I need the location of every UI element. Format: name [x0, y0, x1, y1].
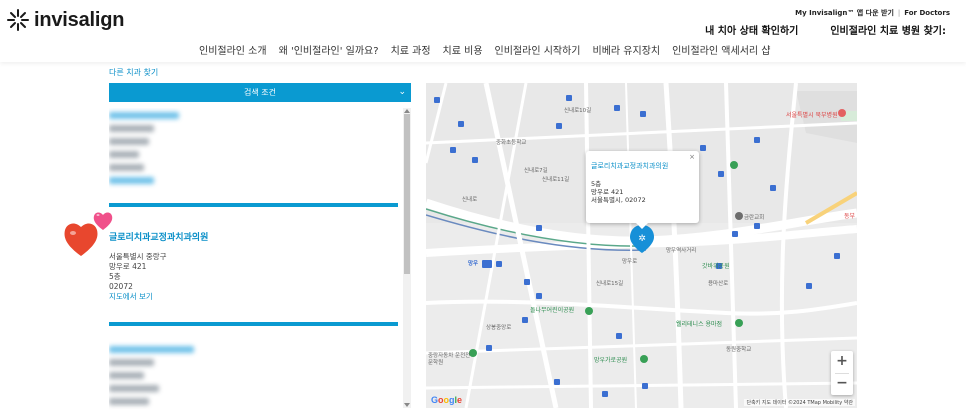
scroll-down-icon[interactable]: [404, 403, 410, 407]
view-on-map-link[interactable]: 지도에서 보기: [109, 292, 398, 302]
result-divider: [109, 322, 398, 326]
map-road-label: 신내로10길: [564, 108, 592, 114]
nav-item-vivera[interactable]: 비베라 유지장치: [593, 42, 661, 57]
site-header: invisalign My Invisalign™ 앱 다운 받기 | For Do…: [0, 0, 966, 62]
util-separator: |: [897, 9, 901, 17]
zoom-control: + −: [831, 351, 853, 395]
results-scrollbar[interactable]: [403, 108, 411, 408]
chevron-down-icon: ⌄: [398, 87, 406, 97]
map-road-label: 상봉중앙로: [486, 325, 512, 331]
filter-label: 검색 조건: [244, 88, 276, 97]
map-road-label: 신내로15길: [596, 281, 624, 287]
blurred-result-card: [109, 346, 309, 411]
map-canvas: ✲: [426, 83, 857, 408]
google-logo[interactable]: Google: [431, 395, 462, 405]
list-item[interactable]: 글로리치과교정과치과의원 서울특별시 중랑구 망우로 421 5층 02072 …: [109, 230, 398, 302]
scroll-up-icon[interactable]: [404, 109, 410, 113]
map-attribution[interactable]: 단축키 지도 데이터 ©2024 TMap Mobility 약관: [744, 399, 855, 406]
hearts-sticker: [64, 212, 113, 256]
blurred-result-card: [109, 112, 309, 190]
utility-links: My Invisalign™ 앱 다운 받기 | For Doctors: [795, 8, 950, 18]
find-doctor-link[interactable]: 인비절라인 치료 병원 찾기:: [830, 22, 946, 37]
map-poi-label: 서울특별시 북부병원: [786, 112, 838, 119]
invisalign-logo[interactable]: invisalign: [6, 8, 124, 32]
clinic-name[interactable]: 글로리치과교정과치과의원: [109, 230, 398, 243]
nav-item-cost[interactable]: 치료 비용: [443, 42, 483, 57]
clinic-info-window[interactable]: × 글로리치과교정과치과의원 5층 망우로 421 서울특별시, 02072: [586, 151, 699, 229]
clinic-address-line: 5층: [109, 272, 121, 281]
map-road-label: 신내로7길: [524, 168, 548, 174]
result-divider: [109, 203, 398, 207]
clinic-map[interactable]: ✲ 신내로10길 중화초등학교 신내로7길 신내로11길 신내로 망우 망우로 …: [426, 83, 857, 408]
map-place-label: 동원중학교: [726, 347, 752, 353]
close-icon[interactable]: ×: [689, 153, 695, 161]
map-road-label: 망우로: [622, 259, 638, 265]
nav-item-start[interactable]: 인비절라인 시작하기: [495, 42, 581, 57]
nav-item-process[interactable]: 치료 과정: [391, 42, 431, 57]
main-nav: 인비절라인 소개 왜 '인비절라인' 일까요? 치료 과정 치료 비용 인비절라…: [199, 42, 770, 57]
top-actions: 내 치아 상태 확인하기 인비절라인 치료 병원 찾기:: [705, 22, 946, 37]
zoom-divider: [835, 373, 849, 374]
map-poi-label: 망우가로공원: [594, 357, 628, 364]
map-road-label: 신내로11길: [542, 177, 570, 183]
map-place-label: 망우역사거리: [666, 248, 697, 254]
map-place-label: 중랑자동차 운전전문학원: [428, 353, 471, 366]
check-teeth-link[interactable]: 내 치아 상태 확인하기: [705, 22, 798, 37]
map-poi-label: 돌나무어린이공원: [530, 307, 575, 314]
clinic-address-line: 서울특별시 중랑구: [109, 252, 167, 261]
results-list[interactable]: 글로리치과교정과치과의원 서울특별시 중랑구 망우로 421 5층 02072 …: [109, 108, 398, 413]
clinic-address-line: 망우로 421: [109, 262, 147, 271]
map-road-label: 신내로: [462, 197, 478, 203]
popup-address-line: 망우로 421: [591, 188, 624, 196]
app-download-link[interactable]: My Invisalign™ 앱 다운 받기: [795, 9, 894, 17]
clinic-address-line: 02072: [109, 282, 133, 291]
search-filter-toggle[interactable]: 검색 조건 ⌄: [109, 83, 411, 102]
popup-clinic-name[interactable]: 글로리치과교정과치과의원: [591, 161, 693, 171]
star-burst-icon: [7, 9, 29, 31]
other-dentist-link[interactable]: 다른 치과 찾기: [109, 67, 158, 78]
scroll-thumb[interactable]: [404, 114, 410, 274]
zoom-in-button[interactable]: +: [831, 351, 853, 373]
popup-address-line: 5층: [591, 180, 602, 188]
results-panel: 다른 치과 찾기 검색 조건 ⌄ 글로리치과교정과치과의원 서울특별시 중랑구 …: [109, 66, 411, 413]
map-place-label: 금란교회: [744, 215, 765, 221]
zoom-out-button[interactable]: −: [831, 373, 853, 395]
map-road-label: 용마산로: [708, 281, 729, 287]
nav-item-about[interactable]: 인비절라인 소개: [199, 42, 267, 57]
popup-address-line: 서울특별시, 02072: [591, 196, 646, 204]
nav-item-why[interactable]: 왜 '인비절라인' 일까요?: [279, 42, 379, 57]
for-doctors-link[interactable]: For Doctors: [904, 9, 950, 17]
map-poi-label: 갓바위공원: [702, 263, 730, 270]
map-station-label: 망우: [468, 261, 479, 267]
svg-text:✲: ✲: [638, 234, 646, 244]
map-place-label: 중화초등학교: [496, 140, 527, 146]
logo-wordmark: invisalign: [34, 8, 125, 31]
map-poi-label: 웰리테니스 용마점: [676, 321, 723, 328]
nav-item-shop[interactable]: 인비절라인 액세서리 샵: [672, 42, 770, 57]
map-poi-label: 동부: [844, 213, 856, 220]
